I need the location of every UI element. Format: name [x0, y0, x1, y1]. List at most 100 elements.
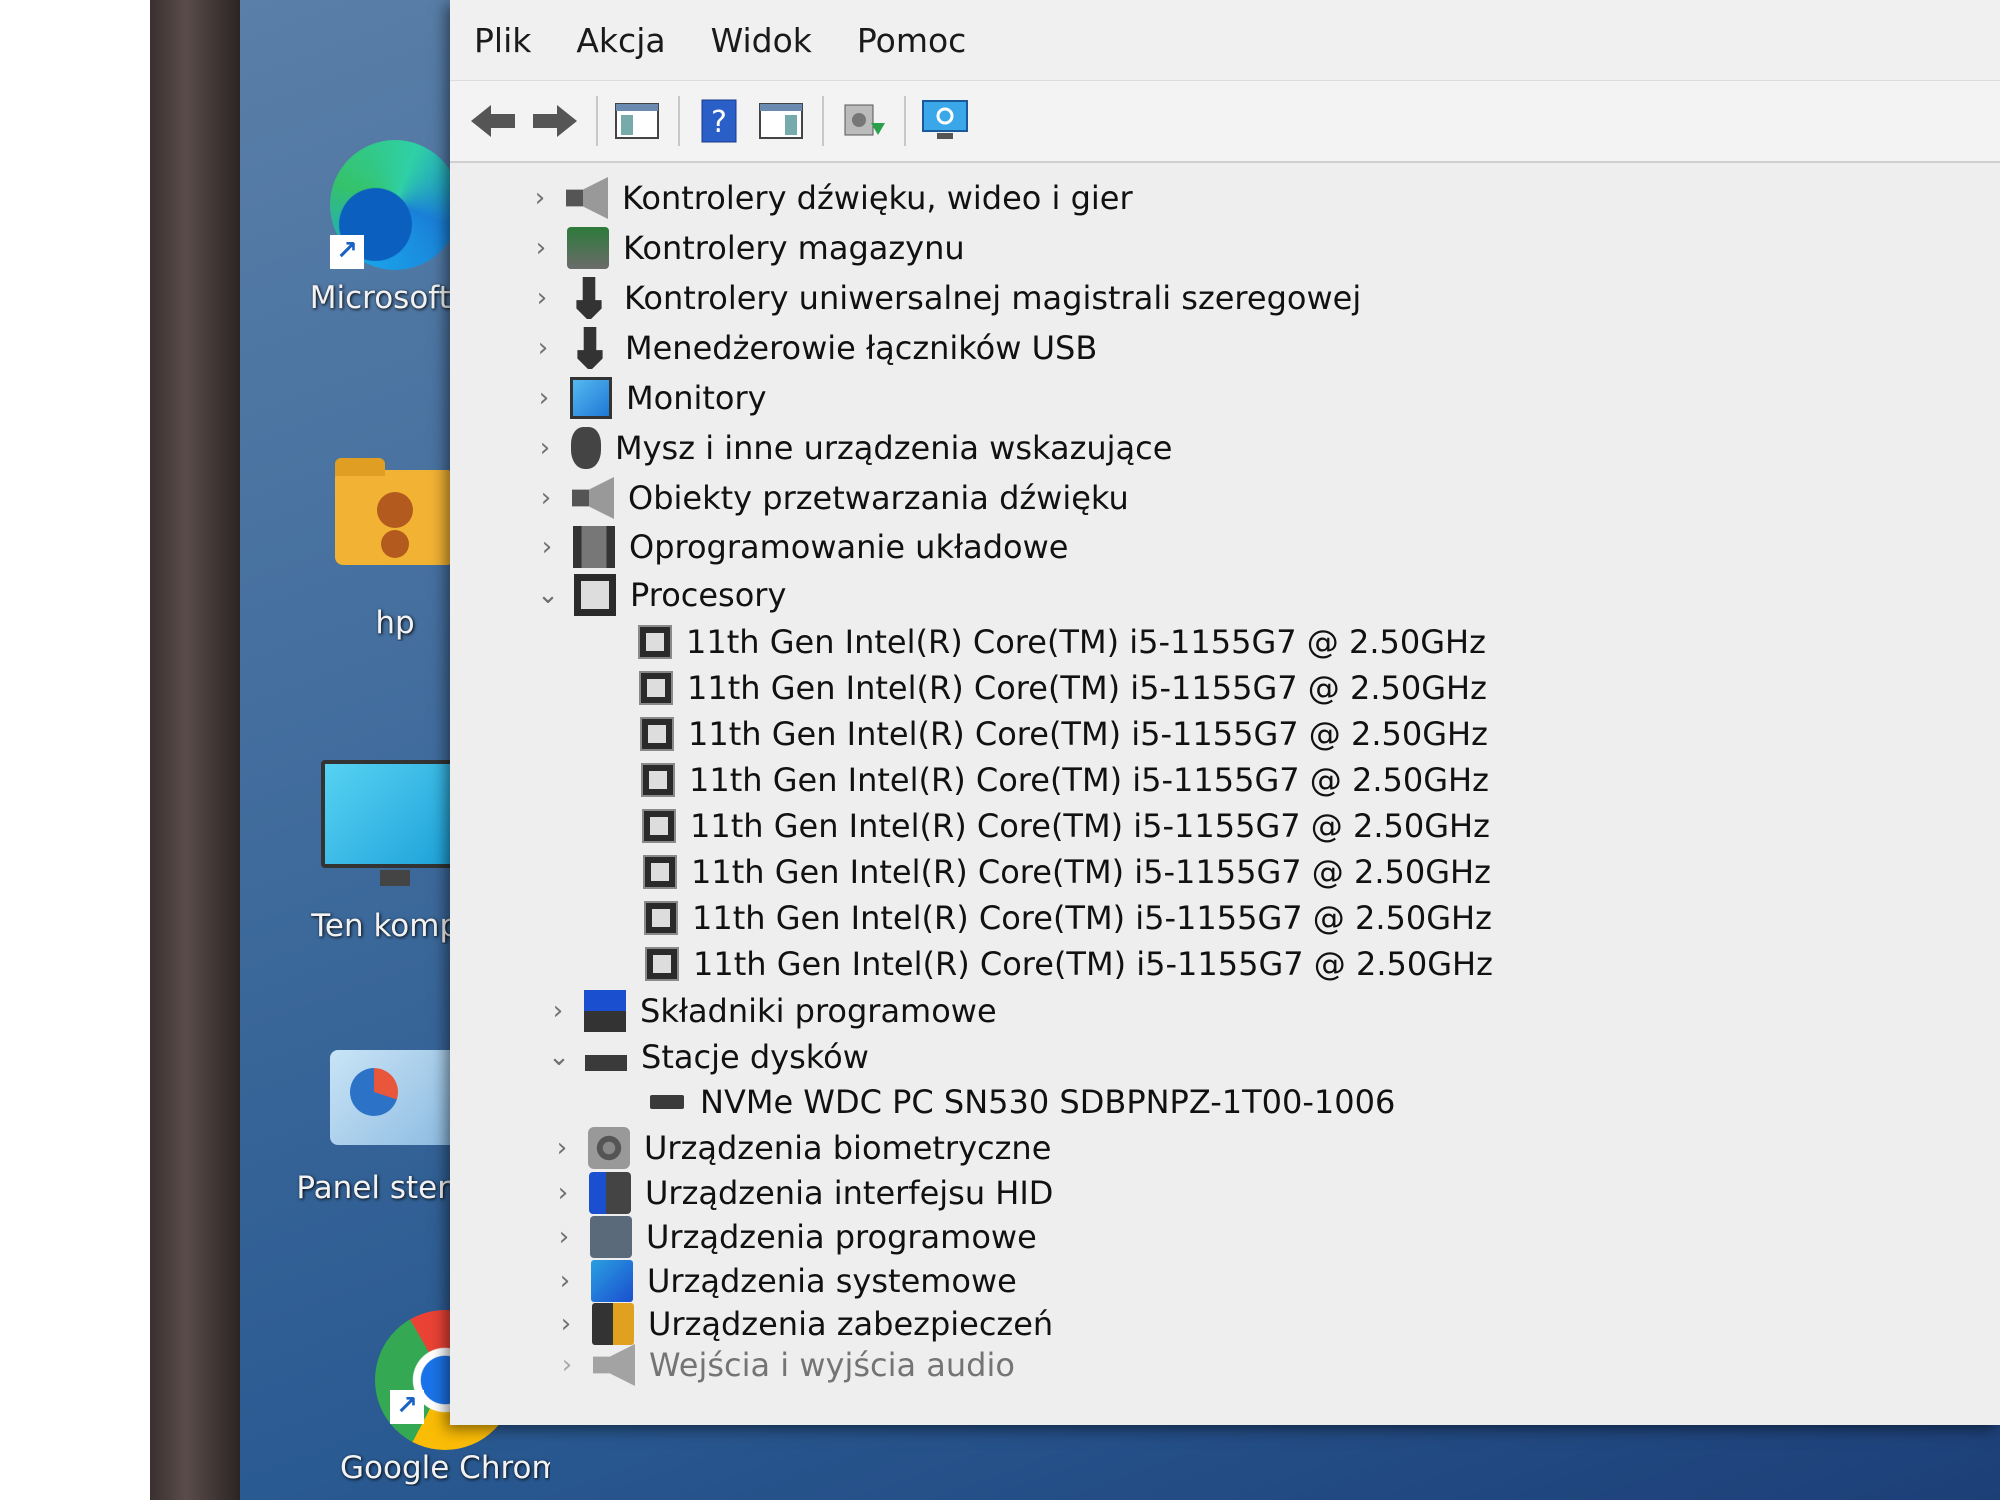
help-button[interactable]: ? [694, 96, 744, 146]
collapse-chevron-icon[interactable]: ⌄ [528, 580, 568, 610]
shortcut-arrow-icon: ↗ [330, 235, 364, 269]
laptop-bezel [150, 0, 240, 1500]
tree-category-label: Mysz i inne urządzenia wskazujące [615, 429, 1173, 467]
menu-widok[interactable]: Widok [711, 21, 812, 60]
software-component-icon [584, 990, 626, 1032]
usb-icon [576, 277, 602, 319]
tree-category-audio-io[interactable]: › Wejścia i wyjścia audio [450, 1344, 2000, 1386]
tree-category-system-devices[interactable]: › Urządzenia systemowe [450, 1259, 2000, 1303]
tree-category-usb-connectors[interactable]: › Menedżerowie łączników USB [450, 323, 2000, 373]
tree-category-disk-drives[interactable]: ⌄ Stacje dysków [450, 1035, 2000, 1079]
tree-category-label: Urządzenia biometryczne [644, 1129, 1052, 1167]
tree-category-software-components[interactable]: › Składniki programowe [450, 987, 2000, 1035]
menu-pomoc[interactable]: Pomoc [857, 21, 966, 60]
audio-processing-icon [572, 477, 614, 519]
expand-chevron-icon[interactable]: › [544, 1222, 584, 1252]
monitor-icon [321, 760, 469, 886]
tree-item-disk[interactable]: NVMe WDC PC SN530 SDBPNPZ-1T00-1006 [450, 1079, 2000, 1125]
tree-category-biometric[interactable]: › Urządzenia biometryczne [450, 1125, 2000, 1171]
tree-item-label: 11th Gen Intel(R) Core(TM) i5-1155G7 @ 2… [689, 761, 1489, 799]
tree-item-processor[interactable]: 11th Gen Intel(R) Core(TM) i5-1155G7 @ 2… [450, 941, 2000, 987]
tree-category-processors[interactable]: ⌄ Procesory [450, 571, 2000, 619]
speaker-icon [566, 177, 608, 219]
tree-category-software-devices[interactable]: › Urządzenia programowe [450, 1215, 2000, 1259]
show-hide-console-tree-button[interactable] [612, 96, 662, 146]
forward-icon [533, 105, 577, 137]
tree-item-processor[interactable]: 11th Gen Intel(R) Core(TM) i5-1155G7 @ 2… [450, 895, 2000, 941]
tree-category-monitors[interactable]: › Monitory [450, 373, 2000, 423]
disk-drive-icon [585, 1055, 627, 1071]
processor-icon [647, 949, 677, 979]
tree-item-processor[interactable]: 11th Gen Intel(R) Core(TM) i5-1155G7 @ 2… [450, 803, 2000, 849]
expand-chevron-icon[interactable]: › [525, 433, 565, 463]
back-icon [471, 105, 515, 137]
expand-chevron-icon[interactable]: › [538, 996, 578, 1026]
toolbar-separator [596, 96, 598, 146]
expand-chevron-icon[interactable]: › [542, 1133, 582, 1163]
expand-chevron-icon[interactable]: › [545, 1266, 585, 1296]
tree-category-storage[interactable]: › Kontrolery magazynu [450, 223, 2000, 273]
processor-icon [646, 903, 676, 933]
control-panel-icon [330, 1050, 460, 1145]
back-button[interactable] [468, 96, 518, 146]
toolbar-separator [678, 96, 680, 146]
tree-item-processor[interactable]: 11th Gen Intel(R) Core(TM) i5-1155G7 @ 2… [450, 619, 2000, 665]
tree-category-label: Kontrolery dźwięku, wideo i gier [622, 179, 1133, 217]
tree-item-processor[interactable]: 11th Gen Intel(R) Core(TM) i5-1155G7 @ 2… [450, 665, 2000, 711]
expand-chevron-icon[interactable]: › [547, 1350, 587, 1380]
disk-drive-icon [650, 1095, 684, 1109]
tree-category-security-devices[interactable]: › Urządzenia zabezpieczeń [450, 1303, 2000, 1345]
update-driver-icon [844, 104, 885, 136]
expand-chevron-icon[interactable]: › [524, 383, 564, 413]
svg-text:?: ? [711, 105, 727, 140]
tree-category-hid[interactable]: › Urządzenia interfejsu HID [450, 1171, 2000, 1215]
monitor-icon [570, 377, 612, 419]
tree-category-sound[interactable]: › Kontrolery dźwięku, wideo i gier [450, 173, 2000, 223]
processor-icon [645, 857, 675, 887]
tree-category-label: Oprogramowanie układowe [629, 528, 1069, 566]
tree-category-label: Wejścia i wyjścia audio [649, 1346, 1015, 1384]
processor-icon [640, 627, 670, 657]
expand-chevron-icon[interactable]: › [543, 1178, 583, 1208]
show-hide-action-pane-button[interactable] [756, 96, 806, 146]
expand-chevron-icon[interactable]: › [526, 483, 566, 513]
scan-hardware-button[interactable] [920, 96, 970, 146]
tree-item-label: 11th Gen Intel(R) Core(TM) i5-1155G7 @ 2… [691, 853, 1491, 891]
tree-category-audio-processing[interactable]: › Obiekty przetwarzania dźwięku [450, 473, 2000, 523]
toolbar-separator [904, 96, 906, 146]
processor-icon [574, 574, 616, 616]
menu-plik[interactable]: Plik [474, 21, 531, 60]
device-manager-window: Plik Akcja Widok Pomoc ? › Kontrolery dź… [450, 0, 2000, 1425]
show-hide-console-tree-icon [615, 103, 659, 139]
tree-item-label: 11th Gen Intel(R) Core(TM) i5-1155G7 @ 2… [688, 715, 1488, 753]
collapse-chevron-icon[interactable]: ⌄ [539, 1042, 579, 1072]
tree-item-processor[interactable]: 11th Gen Intel(R) Core(TM) i5-1155G7 @ 2… [450, 711, 2000, 757]
mouse-icon [571, 427, 601, 469]
expand-chevron-icon[interactable]: › [523, 333, 563, 363]
help-icon: ? [701, 99, 737, 143]
tree-category-usb-controllers[interactable]: › Kontrolery uniwersalnej magistrali sze… [450, 273, 2000, 323]
update-driver-button[interactable] [838, 96, 888, 146]
forward-button[interactable] [530, 96, 580, 146]
expand-chevron-icon[interactable]: › [522, 283, 562, 313]
tree-item-label: 11th Gen Intel(R) Core(TM) i5-1155G7 @ 2… [690, 807, 1490, 845]
tree-category-firmware[interactable]: › Oprogramowanie układowe [450, 523, 2000, 571]
tree-item-label: 11th Gen Intel(R) Core(TM) i5-1155G7 @ 2… [686, 623, 1486, 661]
tree-item-label: NVMe WDC PC SN530 SDBPNPZ-1T00-1006 [700, 1083, 1396, 1121]
tree-category-label: Procesory [630, 576, 787, 614]
tree-category-mice[interactable]: › Mysz i inne urządzenia wskazujące [450, 423, 2000, 473]
toolbar-separator [822, 96, 824, 146]
menu-akcja[interactable]: Akcja [576, 21, 665, 60]
expand-chevron-icon[interactable]: › [546, 1309, 586, 1339]
tree-category-label: Urządzenia systemowe [647, 1262, 1017, 1300]
expand-chevron-icon[interactable]: › [520, 183, 560, 213]
tree-category-label: Urządzenia interfejsu HID [645, 1174, 1054, 1212]
shortcut-arrow-icon: ↗ [390, 1390, 424, 1424]
tree-item-processor[interactable]: 11th Gen Intel(R) Core(TM) i5-1155G7 @ 2… [450, 849, 2000, 895]
tree-category-label: Urządzenia zabezpieczeń [648, 1305, 1054, 1343]
user-folder-icon [335, 458, 455, 565]
expand-chevron-icon[interactable]: › [527, 532, 567, 562]
usb-connector-icon [577, 327, 603, 369]
tree-item-processor[interactable]: 11th Gen Intel(R) Core(TM) i5-1155G7 @ 2… [450, 757, 2000, 803]
expand-chevron-icon[interactable]: › [521, 233, 561, 263]
